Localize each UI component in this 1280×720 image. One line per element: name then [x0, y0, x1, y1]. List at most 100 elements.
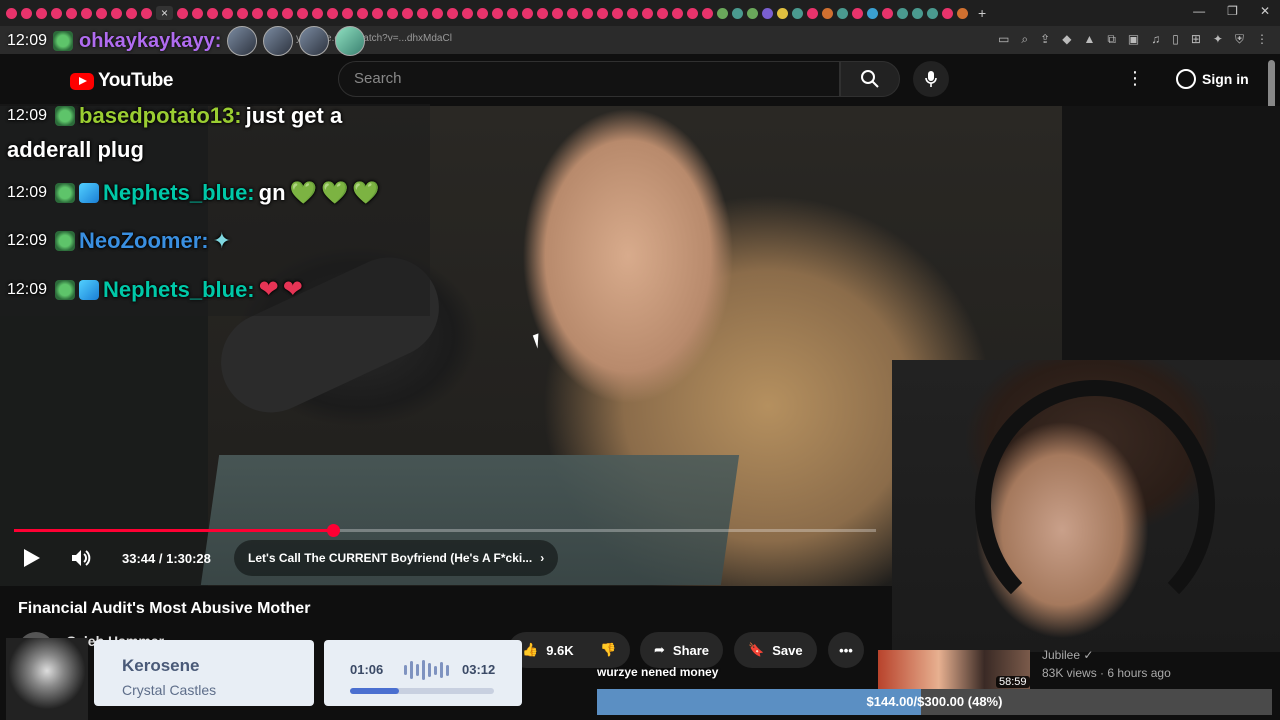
- search-button[interactable]: [840, 61, 900, 97]
- progress-scrubber[interactable]: [326, 524, 340, 537]
- browser-extension-icon[interactable]: ⌕: [1021, 32, 1028, 47]
- browser-extension-icon[interactable]: ▣: [1128, 32, 1139, 47]
- browser-tab-favicon-icon[interactable]: [6, 7, 17, 19]
- browser-tab-favicon-icon[interactable]: [342, 7, 354, 19]
- new-tab-button[interactable]: +: [978, 5, 986, 21]
- browser-tab-favicon-icon[interactable]: [582, 7, 594, 19]
- browser-extension-icon[interactable]: ⧉: [1107, 32, 1116, 47]
- browser-tab-favicon-icon[interactable]: [81, 7, 92, 19]
- voice-search-button[interactable]: [913, 61, 949, 97]
- browser-tab-favicon-icon[interactable]: [762, 7, 774, 19]
- browser-tab-favicon-icon[interactable]: [837, 7, 849, 19]
- dislike-button[interactable]: 👎: [590, 632, 630, 668]
- share-button[interactable]: ➦ Share: [640, 632, 724, 668]
- chapter-button[interactable]: Let's Call The CURRENT Boyfriend (He's A…: [234, 540, 559, 576]
- browser-tab-favicon-icon[interactable]: [372, 7, 384, 19]
- minimize-button[interactable]: —: [1193, 4, 1205, 18]
- browser-tab-favicon-icon[interactable]: [852, 7, 864, 19]
- browser-tab-favicon-icon[interactable]: [882, 7, 894, 19]
- browser-tab-favicon-icon[interactable]: [267, 7, 279, 19]
- browser-tab-favicon-icon[interactable]: [777, 7, 789, 19]
- browser-tab-favicon-icon[interactable]: [126, 7, 137, 19]
- close-window-button[interactable]: ✕: [1260, 4, 1270, 18]
- browser-tab-favicon-icon[interactable]: [141, 7, 152, 19]
- browser-tab-favicon-icon[interactable]: [657, 7, 669, 19]
- browser-tab-favicon-icon[interactable]: [297, 7, 309, 19]
- browser-tab-favicon-icon[interactable]: [402, 7, 414, 19]
- browser-tab-favicon-icon[interactable]: [111, 7, 122, 19]
- browser-tab-favicon-icon[interactable]: [447, 7, 459, 19]
- browser-tab-favicon-icon[interactable]: [927, 7, 939, 19]
- browser-extension-icon[interactable]: ▭: [998, 32, 1009, 47]
- browser-tab-favicon-icon[interactable]: [807, 7, 819, 19]
- volume-icon[interactable]: [70, 547, 92, 574]
- browser-tab-favicon-icon[interactable]: [687, 7, 699, 19]
- browser-tab-favicon-icon[interactable]: [237, 7, 249, 19]
- play-icon[interactable]: [24, 549, 40, 567]
- browser-tab-favicon-icon[interactable]: [912, 7, 924, 19]
- browser-tab-favicon-icon[interactable]: [747, 7, 759, 19]
- browser-tab-favicon-icon[interactable]: [552, 7, 564, 19]
- recommended-meta: 83K views · 6 hours ago: [1042, 666, 1171, 680]
- browser-extension-icon[interactable]: ⛨: [1235, 32, 1244, 47]
- browser-tab-favicon-icon[interactable]: [387, 7, 399, 19]
- browser-extension-icon[interactable]: ▯: [1172, 32, 1179, 47]
- browser-tab-favicon-icon[interactable]: [357, 7, 369, 19]
- browser-tab-favicon-icon[interactable]: [312, 7, 324, 19]
- save-button[interactable]: 🔖 Save: [734, 632, 817, 668]
- browser-tab-favicon-icon[interactable]: [282, 7, 294, 19]
- chat-username: ohkaykaykayy:: [79, 29, 222, 52]
- browser-tab-favicon-icon[interactable]: [477, 7, 489, 19]
- red-heart-icon: ❤: [258, 276, 279, 303]
- browser-tab-favicon-icon[interactable]: [177, 7, 189, 19]
- browser-tab-favicon-icon[interactable]: [492, 7, 504, 19]
- browser-tab-favicon-icon[interactable]: [732, 7, 744, 19]
- browser-tab-favicon-icon[interactable]: [96, 7, 107, 19]
- browser-tab-favicon-icon[interactable]: [537, 7, 549, 19]
- recommended-channel[interactable]: Jubilee ✓: [1042, 648, 1093, 662]
- browser-tab-favicon-icon[interactable]: [957, 7, 969, 19]
- browser-tab-favicon-icon[interactable]: [417, 7, 429, 19]
- browser-tab-favicon-icon[interactable]: [192, 7, 204, 19]
- browser-tab-favicon-icon[interactable]: [822, 7, 834, 19]
- browser-tab-favicon-icon[interactable]: [867, 7, 879, 19]
- browser-tab-favicon-icon[interactable]: [66, 7, 77, 19]
- youtube-logo[interactable]: YouTube: [70, 70, 173, 92]
- browser-tab-favicon-icon[interactable]: [462, 7, 474, 19]
- browser-tab-favicon-icon[interactable]: [522, 7, 534, 19]
- browser-tab-favicon-icon[interactable]: [702, 7, 714, 19]
- browser-extension-icon[interactable]: ◆: [1062, 32, 1071, 47]
- browser-tab-favicon-icon[interactable]: [21, 7, 32, 19]
- browser-extension-icon[interactable]: ♫: [1151, 32, 1160, 47]
- browser-tab-favicon-icon[interactable]: [327, 7, 339, 19]
- search-input[interactable]: Search: [338, 61, 840, 97]
- browser-extension-icon[interactable]: ⇪: [1040, 32, 1050, 47]
- browser-extension-icon[interactable]: ✦: [1213, 32, 1223, 47]
- browser-tab-favicon-icon[interactable]: [207, 7, 219, 19]
- browser-extension-icon[interactable]: ⋮: [1256, 32, 1268, 47]
- sign-in-button[interactable]: Sign in: [1166, 63, 1259, 95]
- browser-tab-favicon-icon[interactable]: [51, 7, 62, 19]
- browser-tab-favicon-icon[interactable]: [612, 7, 624, 19]
- browser-tab-favicon-icon[interactable]: [792, 7, 804, 19]
- browser-tab-favicon-icon[interactable]: [432, 7, 444, 19]
- browser-tab-favicon-icon[interactable]: [642, 7, 654, 19]
- more-icon[interactable]: ⋮: [1126, 68, 1144, 89]
- browser-tab-favicon-icon[interactable]: [507, 7, 519, 19]
- more-actions-button[interactable]: •••: [828, 632, 864, 668]
- browser-tab-favicon-icon[interactable]: [672, 7, 684, 19]
- browser-tab-favicon-icon[interactable]: [36, 7, 47, 19]
- browser-tab-favicon-icon[interactable]: [897, 7, 909, 19]
- browser-tab-favicon-icon[interactable]: [717, 7, 729, 19]
- close-tab-icon[interactable]: ×: [156, 6, 174, 20]
- browser-tab-favicon-icon[interactable]: [627, 7, 639, 19]
- browser-tab-favicon-icon[interactable]: [597, 7, 609, 19]
- frog-badge-icon: [55, 231, 76, 251]
- browser-tab-favicon-icon[interactable]: [567, 7, 579, 19]
- browser-extension-icon[interactable]: ▲: [1083, 32, 1095, 47]
- restore-button[interactable]: ❐: [1227, 4, 1238, 18]
- browser-tab-favicon-icon[interactable]: [252, 7, 264, 19]
- browser-tab-favicon-icon[interactable]: [222, 7, 234, 19]
- browser-tab-favicon-icon[interactable]: [942, 7, 954, 19]
- browser-extension-icon[interactable]: ⊞: [1191, 32, 1201, 47]
